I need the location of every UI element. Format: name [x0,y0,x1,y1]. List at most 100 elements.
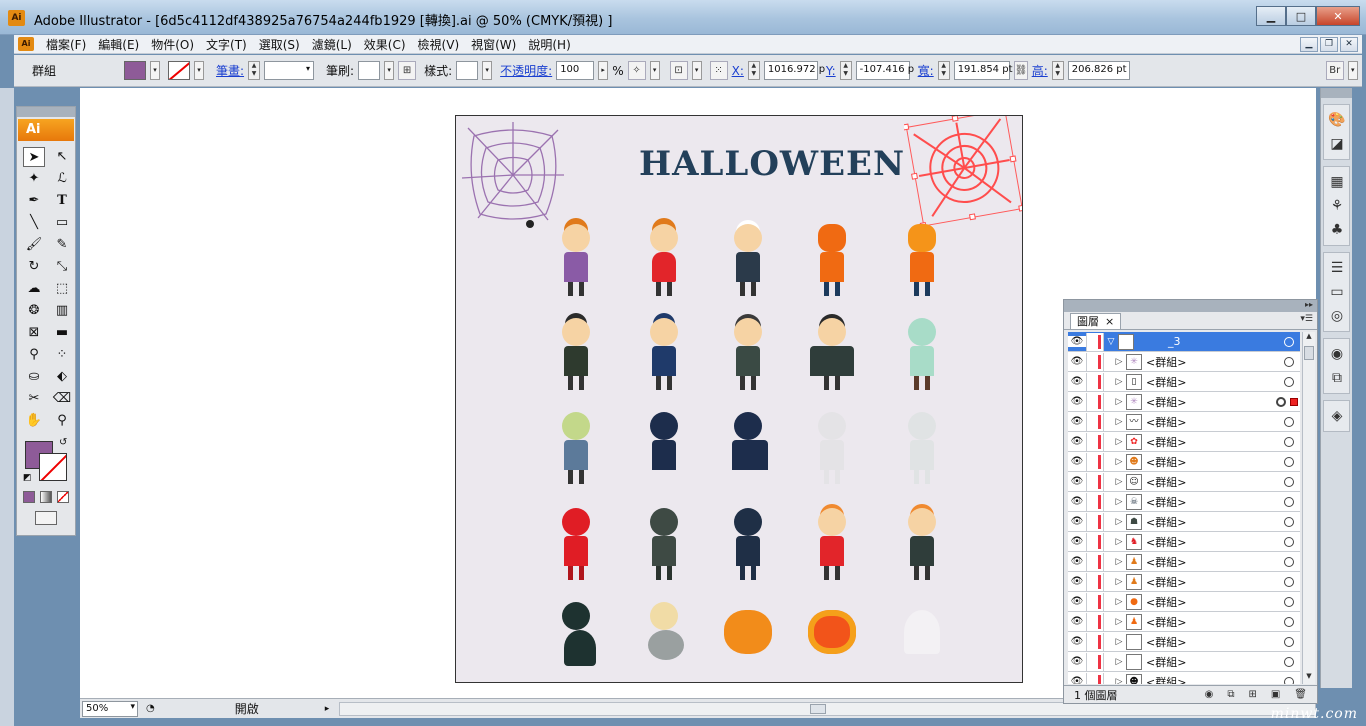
recolor-artwork-icon[interactable]: ✧ [627,61,646,80]
layer-row[interactable]: 👁 ▷ ● <群組> [1068,592,1300,612]
width-label-link[interactable]: 寬: [918,62,934,79]
lock-toggle[interactable] [1086,612,1104,631]
target-icon[interactable] [1284,456,1294,467]
dock-header[interactable] [1321,88,1352,98]
pumpkin-head-character[interactable] [802,220,862,298]
menu-view[interactable]: 檢視(V) [412,36,466,53]
expand-triangle-icon[interactable]: ▷ [1112,397,1126,407]
lock-toggle[interactable] [1086,332,1104,351]
expand-triangle-icon[interactable]: ▷ [1112,477,1126,487]
jack-o-lantern-head-character[interactable] [892,220,952,298]
layer-row[interactable]: 👁 ▷ <群組> [1068,652,1300,672]
delete-layer-icon[interactable]: 🗑 [1294,689,1307,700]
symbol-sprayer-tool-icon[interactable]: ❂ [23,301,45,321]
target-icon[interactable] [1284,476,1294,487]
graph-tool-icon[interactable]: ▥ [51,301,73,321]
grim-reaper-scythe-character[interactable] [718,408,778,486]
layer-row[interactable]: 👁 ▷ ☻ <群組> [1068,452,1300,472]
brush-field[interactable] [358,61,381,80]
layers-scroll-thumb[interactable] [1304,346,1314,360]
ghost-character[interactable] [892,598,952,676]
visibility-eye-icon[interactable]: 👁 [1068,416,1086,427]
menu-type[interactable]: 文字(T) [200,36,253,53]
layer-row[interactable]: 👁 ▷ ♞ <群組> [1068,532,1300,552]
visibility-eye-icon[interactable]: 👁 [1068,456,1086,467]
layer-target-icon[interactable] [1284,336,1294,347]
stroke-dropdown-icon[interactable]: ▾ [194,61,204,80]
bridge-dropdown-icon[interactable]: ▾ [1347,61,1358,80]
lock-toggle[interactable] [1086,392,1104,411]
layer-row[interactable]: 👁 ▷ ☺ <群組> [1068,472,1300,492]
target-icon[interactable] [1284,616,1294,627]
new-layer-icon[interactable]: ▣ [1271,689,1280,700]
lock-toggle[interactable] [1086,552,1104,571]
symbols-panel-icon[interactable]: ♣ [1324,219,1350,241]
scroll-up-icon[interactable]: ▲ [1303,332,1315,344]
group-name[interactable]: <群組> [1146,454,1284,470]
selection-indicator[interactable] [1290,397,1298,406]
stroke-weight-spinner[interactable]: ▲ ▼ [248,61,261,80]
group-name[interactable]: <群組> [1146,474,1284,490]
mummy-faded-character[interactable] [802,408,862,486]
gradient-mode-icon[interactable] [40,491,52,503]
menu-select[interactable]: 選取(S) [253,36,306,53]
hand-tool-icon[interactable]: ✋ [23,411,45,431]
target-icon[interactable] [1284,416,1294,427]
appearance-panel-icon[interactable]: ◉ [1324,343,1350,365]
group-name[interactable]: <群組> [1146,634,1284,650]
target-icon[interactable] [1284,576,1294,587]
panel-menu-icon[interactable]: ▾☰ [1300,314,1313,324]
menu-file[interactable]: 檔案(F) [40,36,92,53]
group-name[interactable]: <群組> [1146,414,1284,430]
collapse-triangle-icon[interactable]: ▽ [1104,337,1118,347]
selected-spider-web-graphic[interactable] [904,115,1023,226]
layer-row-selected[interactable]: 👁 ▷ ✳ <群組> [1068,392,1300,412]
status-arrow-icon[interactable]: ▸ [325,704,330,714]
warp-tool-icon[interactable]: ☁ [23,279,45,299]
bridge-icon[interactable]: Br [1325,61,1344,80]
grim-reaper-character[interactable] [634,408,694,486]
magic-wand-tool-icon[interactable]: ✦ [23,169,45,189]
glowing-pumpkin-character[interactable] [802,598,862,676]
visibility-eye-icon[interactable]: 👁 [1068,476,1086,487]
owl-character[interactable] [634,598,694,676]
stroke-swatch[interactable] [168,61,190,80]
swatches-panel-icon[interactable]: ▦ [1324,171,1350,193]
expand-triangle-icon[interactable]: ▷ [1112,577,1126,587]
maximize-button[interactable]: □ [1286,6,1316,26]
layer-row[interactable]: 👁 ▷ ♟ <群組> [1068,572,1300,592]
visibility-eye-icon[interactable]: 👁 [1068,336,1086,347]
lasso-tool-icon[interactable]: ℒ [51,169,73,189]
doc-minimize-button[interactable]: ▁ [1300,36,1318,52]
paintbrush-tool-icon[interactable]: 🖌 [23,235,45,255]
zoom-select[interactable]: 50% [82,700,138,717]
color-mode-icon[interactable] [23,491,35,503]
expand-triangle-icon[interactable]: ▷ [1112,677,1126,685]
group-name[interactable]: <群組> [1146,494,1284,510]
lock-toggle[interactable] [1086,652,1104,671]
lock-toggle[interactable] [1086,672,1104,684]
lock-toggle[interactable] [1086,592,1104,611]
visibility-eye-icon[interactable]: 👁 [1068,436,1086,447]
stroke-color-box[interactable] [39,453,67,481]
eyedropper-tool-icon[interactable]: ⚲ [23,345,45,365]
height-field[interactable]: 206.826 pt [1067,61,1130,80]
menu-help[interactable]: 說明(H) [522,36,576,53]
group-name[interactable]: <群組> [1146,594,1284,610]
visibility-eye-icon[interactable]: 👁 [1068,676,1086,684]
y-label-link[interactable]: Y: [826,64,836,78]
target-icon[interactable] [1284,536,1294,547]
lock-toggle[interactable] [1086,492,1104,511]
lock-toggle[interactable] [1086,352,1104,371]
layers-vertical-scrollbar[interactable]: ▲ ▼ [1302,332,1315,684]
lock-toggle[interactable] [1086,432,1104,451]
layer-row[interactable]: 👁 ▷ <群組> [1068,632,1300,652]
expand-triangle-icon[interactable]: ▷ [1112,657,1126,667]
target-icon[interactable] [1284,596,1294,607]
opacity-label-link[interactable]: 不透明度: [500,62,552,79]
artboard-nav-icon[interactable]: ◔ [146,703,155,714]
doc-restore-button[interactable]: ❐ [1320,36,1338,52]
layer-row[interactable]: 👁 ▷ 〰 <群組> [1068,412,1300,432]
group-name[interactable]: <群組> [1146,394,1276,410]
expand-triangle-icon[interactable]: ▷ [1112,437,1126,447]
